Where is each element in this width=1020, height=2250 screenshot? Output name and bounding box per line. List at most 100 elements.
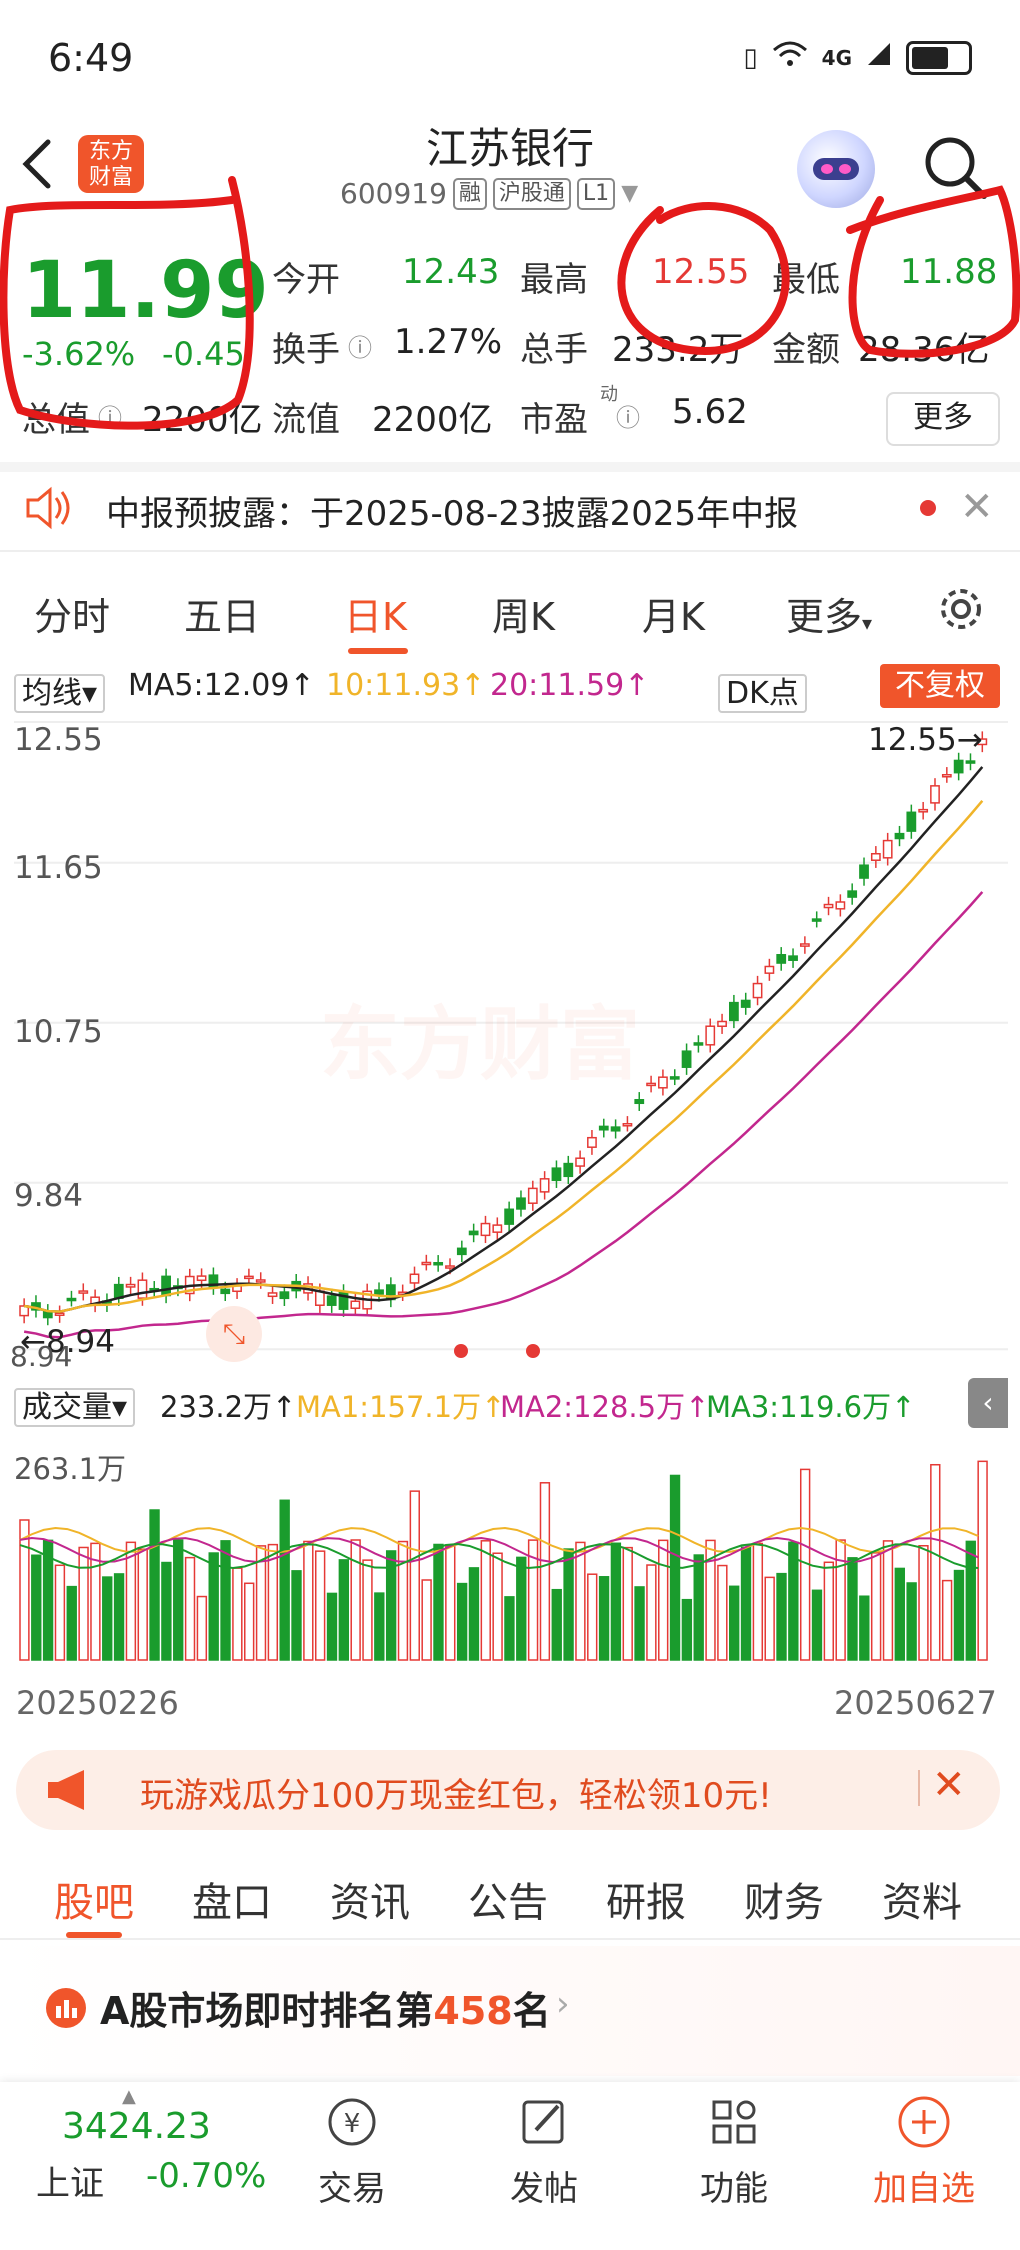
- candle-down: [788, 955, 798, 961]
- tab-announcements[interactable]: 公告: [468, 1870, 548, 1928]
- tab-monthly-k[interactable]: 月K: [642, 586, 705, 641]
- volume-select-box[interactable]: 成交量▾: [14, 1388, 136, 1427]
- candle-down: [42, 1311, 53, 1319]
- volume-bar: [456, 1582, 468, 1661]
- volume-bar: [184, 1556, 196, 1661]
- tab-intraday[interactable]: 分时: [34, 586, 110, 641]
- volume-bar: [350, 1539, 361, 1661]
- volume-bar: [752, 1542, 764, 1661]
- volume-bar: [717, 1564, 728, 1661]
- high-marker-value: 12.55: [868, 722, 957, 758]
- dk-selector[interactable]: DK点: [718, 668, 807, 713]
- volume-selector[interactable]: 成交量▾: [14, 1382, 136, 1427]
- tab-news[interactable]: 资讯: [330, 1870, 410, 1928]
- y-tick-label: 9.84: [14, 1178, 84, 1214]
- tab-forum[interactable]: 股吧: [54, 1870, 134, 1928]
- close-icon[interactable]: ✕: [932, 1762, 966, 1808]
- candle-up: [314, 1290, 325, 1306]
- adjust-button[interactable]: 不复权: [880, 664, 1000, 708]
- tab-daily-k[interactable]: 日K: [344, 586, 407, 641]
- ma-select-box[interactable]: 均线▾: [14, 674, 106, 713]
- candle-down: [374, 1289, 384, 1295]
- volume-bar: [54, 1564, 66, 1661]
- candle-down: [776, 954, 787, 964]
- tab-order-book[interactable]: 盘口: [192, 1870, 272, 1928]
- candle-down: [551, 1167, 562, 1182]
- tab-more-label: 更多: [786, 595, 863, 639]
- y-tick-label: 11.65: [14, 850, 103, 886]
- vol-ma1-line: [19, 1526, 979, 1554]
- nav-trade[interactable]: ¥ 交易: [282, 2092, 422, 2210]
- volume-current: 233.2万↑: [160, 1390, 297, 1424]
- tab-research[interactable]: 研报: [606, 1870, 686, 1928]
- volume-bar: [303, 1540, 314, 1661]
- active-tab-underline: [66, 1932, 122, 1938]
- volume-bar: [575, 1541, 586, 1661]
- vol-ma3: MA3:119.6万↑: [706, 1390, 916, 1424]
- tab-weekly-k[interactable]: 周K: [492, 586, 555, 641]
- candle-down: [220, 1288, 231, 1295]
- volume-bar: [516, 1556, 527, 1661]
- event-dot[interactable]: [454, 1344, 468, 1358]
- nav-add-watch[interactable]: 加自选: [854, 2092, 994, 2210]
- expand-up-icon[interactable]: ▲: [122, 2086, 136, 2107]
- nav-functions[interactable]: 功能: [664, 2092, 804, 2210]
- logo-text-top: 东方: [88, 139, 133, 164]
- candle-up: [918, 808, 929, 813]
- candle-down: [598, 1125, 609, 1131]
- svg-text:¥: ¥: [344, 2109, 361, 2139]
- volume-bar: [835, 1539, 846, 1661]
- candle-up: [764, 965, 775, 974]
- volume-bar: [646, 1564, 657, 1661]
- volume-bar: [847, 1557, 858, 1661]
- gear-icon[interactable]: [936, 584, 986, 634]
- volume-select-label: 成交量: [22, 1390, 112, 1425]
- candle-up: [646, 1082, 656, 1087]
- index-value[interactable]: 3424.23: [62, 2106, 211, 2147]
- signal-icon: [866, 41, 892, 74]
- candle-up: [575, 1157, 586, 1167]
- candle-down: [669, 1076, 680, 1080]
- candle-down: [681, 1050, 692, 1068]
- tab-financials[interactable]: 财务: [744, 1870, 824, 1928]
- candle-down: [965, 760, 976, 764]
- candle-up: [54, 1312, 65, 1316]
- expand-icon[interactable]: ⤡: [206, 1306, 262, 1362]
- candle-up: [717, 1020, 727, 1028]
- collapse-panel-icon[interactable]: ‹: [968, 1378, 1008, 1428]
- tab-more[interactable]: 更多▾: [786, 586, 872, 641]
- volume-bar: [622, 1546, 633, 1661]
- event-dot[interactable]: [526, 1344, 540, 1358]
- volume-bar: [445, 1545, 456, 1661]
- close-icon[interactable]: ✕: [960, 484, 994, 530]
- volume-bar: [870, 1552, 882, 1661]
- tab-five-day[interactable]: 五日: [184, 586, 260, 641]
- nav-functions-label: 功能: [700, 2169, 768, 2209]
- volume-bar: [610, 1542, 622, 1661]
- tab-profile[interactable]: 资料: [882, 1870, 962, 1928]
- active-tab-underline: [348, 648, 408, 654]
- volume-bar: [764, 1576, 775, 1661]
- volume-bar: [681, 1598, 693, 1661]
- candle-down: [433, 1261, 444, 1266]
- candle-up: [492, 1224, 503, 1233]
- volume-bar: [894, 1567, 905, 1661]
- divider: [918, 1770, 920, 1806]
- volume-bar: [125, 1541, 137, 1661]
- candle-up: [244, 1275, 254, 1280]
- volume-bar: [634, 1586, 645, 1661]
- candle-down: [66, 1297, 77, 1302]
- battery-icon: [906, 40, 972, 75]
- candle-down: [456, 1247, 467, 1256]
- volume-bar: [255, 1545, 267, 1661]
- volume-chart[interactable]: [0, 1430, 1020, 1670]
- candle-down: [729, 1001, 739, 1022]
- volume-bar: [504, 1596, 515, 1661]
- volume-bar: [563, 1548, 574, 1661]
- volume-bar: [291, 1570, 302, 1661]
- ma-selector[interactable]: 均线▾: [14, 668, 106, 713]
- volume-bar: [409, 1490, 420, 1661]
- nav-post[interactable]: 发帖: [474, 2092, 614, 2210]
- end-date: 20250627: [834, 1684, 997, 1722]
- vibrate-icon: ▯: [743, 42, 758, 73]
